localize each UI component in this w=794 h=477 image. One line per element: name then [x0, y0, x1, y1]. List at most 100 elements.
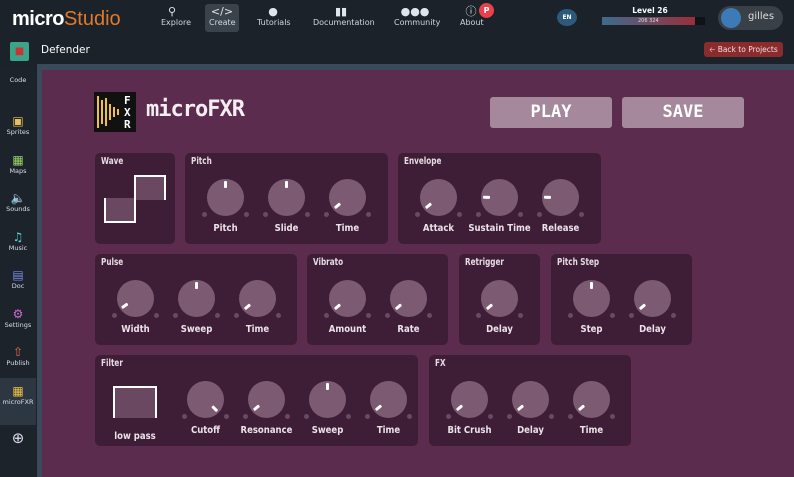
save-button[interactable]: SAVE	[622, 97, 744, 128]
knob-indicator	[543, 195, 552, 199]
knob-dial[interactable]	[481, 179, 518, 216]
sidebar-item-music[interactable]: ♫ Music	[0, 230, 36, 252]
knob-dial[interactable]	[309, 381, 346, 418]
knob-slide[interactable]: Slide	[256, 179, 317, 241]
knob-amount[interactable]: Amount	[317, 280, 378, 342]
knob-dial[interactable]	[451, 381, 488, 418]
knob-dial[interactable]	[207, 179, 244, 216]
knob-time[interactable]: Time	[561, 381, 622, 443]
knob-dial[interactable]	[573, 280, 610, 317]
knob-max-dot	[154, 313, 159, 318]
back-to-projects-button[interactable]: 🡠 Back to Projects	[704, 42, 783, 57]
knob-dial[interactable]	[634, 280, 671, 317]
knob-min-dot	[173, 313, 178, 318]
knob-dial[interactable]	[542, 179, 579, 216]
knob-label: Sweep	[311, 425, 344, 436]
play-button[interactable]: PLAY	[490, 97, 612, 128]
sidebar-item-microfxr[interactable]: ▦ microFXR	[0, 378, 36, 425]
lightbulb-icon: ●	[268, 5, 278, 18]
knob-max-dot	[215, 313, 220, 318]
sidebar-item-sprites[interactable]: ▣ Sprites	[0, 114, 36, 136]
knob-step[interactable]: Step	[561, 280, 622, 342]
knob-delay[interactable]: Delay	[469, 280, 530, 342]
knob-min-dot	[629, 313, 634, 318]
knob-dial[interactable]	[329, 280, 366, 317]
knob-sustain-time[interactable]: Sustain Time	[468, 179, 531, 241]
knob-dial[interactable]	[187, 381, 224, 418]
knob-label: Sustain Time	[468, 223, 531, 234]
nav-tutorials[interactable]: ● Tutorials	[253, 4, 293, 32]
knob-release[interactable]: Release	[530, 179, 591, 241]
panel-pitch: Pitch Pitch Slide Time	[185, 153, 388, 244]
square-wave-icon	[104, 175, 166, 223]
knob-time[interactable]: Time	[227, 280, 288, 342]
language-button[interactable]: EN	[557, 9, 577, 26]
sidebar-item-label: Doc	[11, 282, 25, 290]
knob-dial[interactable]	[178, 280, 215, 317]
knob-resonance[interactable]: Resonance	[236, 381, 297, 443]
knob-label: Slide	[274, 223, 299, 234]
knob-dial[interactable]	[420, 179, 457, 216]
xp-fill: 206 324	[602, 17, 695, 25]
knob-width[interactable]: Width	[105, 280, 166, 342]
knob-delay[interactable]: Delay	[500, 381, 561, 443]
knob-attack[interactable]: Attack	[408, 179, 469, 241]
knob-rate[interactable]: Rate	[378, 280, 439, 342]
knob-dial[interactable]	[390, 280, 427, 317]
knob-sweep[interactable]: Sweep	[297, 381, 358, 443]
knob-max-dot	[407, 414, 412, 419]
sidebar-item-doc[interactable]: ▤ Doc	[0, 268, 36, 290]
knob-dial[interactable]	[370, 381, 407, 418]
sidebar-item-sounds[interactable]: 🔈 Sounds	[0, 191, 36, 213]
sidebar-item-code[interactable]: Code	[0, 76, 36, 84]
knob-max-dot	[610, 313, 615, 318]
knob-min-dot	[568, 414, 573, 419]
knob-sweep[interactable]: Sweep	[166, 280, 227, 342]
nav-documentation[interactable]: ▮▮ Documentation	[309, 4, 375, 32]
knob-dial[interactable]	[329, 179, 366, 216]
knob-label: Delay	[517, 425, 544, 436]
sidebar-item-maps[interactable]: ▦ Maps	[0, 153, 36, 175]
sidebar-item-settings[interactable]: ⚙ Settings	[0, 307, 36, 329]
nav-create[interactable]: </> Create	[205, 4, 239, 32]
nav-explore[interactable]: ⚲ Explore	[157, 4, 191, 32]
filter-type-selector[interactable]: low pass	[113, 385, 157, 442]
knob-min-dot	[385, 313, 390, 318]
wave-selector[interactable]	[103, 173, 167, 231]
knob-indicator	[577, 404, 586, 412]
sidebar-item-label: Settings	[4, 321, 32, 329]
knob-min-dot	[202, 212, 207, 217]
knob-cutoff[interactable]: Cutoff	[175, 381, 236, 443]
patreon-icon[interactable]: P	[479, 3, 494, 18]
knob-dial[interactable]	[239, 280, 276, 317]
knob-time[interactable]: Time	[358, 381, 419, 443]
add-plugin-button[interactable]: ⊕	[0, 431, 36, 446]
sidebar-item-publish[interactable]: ⇧ Publish	[0, 345, 36, 367]
knob-dial[interactable]	[248, 381, 285, 418]
knob-max-dot	[346, 414, 351, 419]
nav-community[interactable]: ●●● Community	[390, 4, 440, 32]
knob-time[interactable]: Time	[317, 179, 378, 241]
knob-label: Time	[335, 223, 360, 234]
microfxr-icon: ▦	[12, 384, 24, 398]
knob-bit-crush[interactable]: Bit Crush	[439, 381, 500, 443]
user-menu[interactable]: gilles	[718, 6, 783, 30]
knob-dial[interactable]	[481, 280, 518, 317]
knob-delay[interactable]: Delay	[622, 280, 683, 342]
knob-pitch[interactable]: Pitch	[195, 179, 256, 241]
microstudio-logo[interactable]: microStudio	[12, 6, 121, 31]
knob-label: Rate	[397, 324, 420, 335]
knob-min-dot	[415, 212, 420, 217]
upload-icon: ⇧	[12, 345, 24, 359]
knob-label: Width	[121, 324, 150, 335]
knob-dial[interactable]	[512, 381, 549, 418]
knob-max-dot	[579, 212, 584, 217]
knob-max-dot	[224, 414, 229, 419]
knob-label: Sweep	[180, 324, 213, 335]
knob-dial[interactable]	[117, 280, 154, 317]
knob-dial[interactable]	[573, 381, 610, 418]
knob-min-dot	[365, 414, 370, 419]
knob-dial[interactable]	[268, 179, 305, 216]
knob-min-dot	[324, 313, 329, 318]
knob-indicator	[516, 404, 525, 412]
